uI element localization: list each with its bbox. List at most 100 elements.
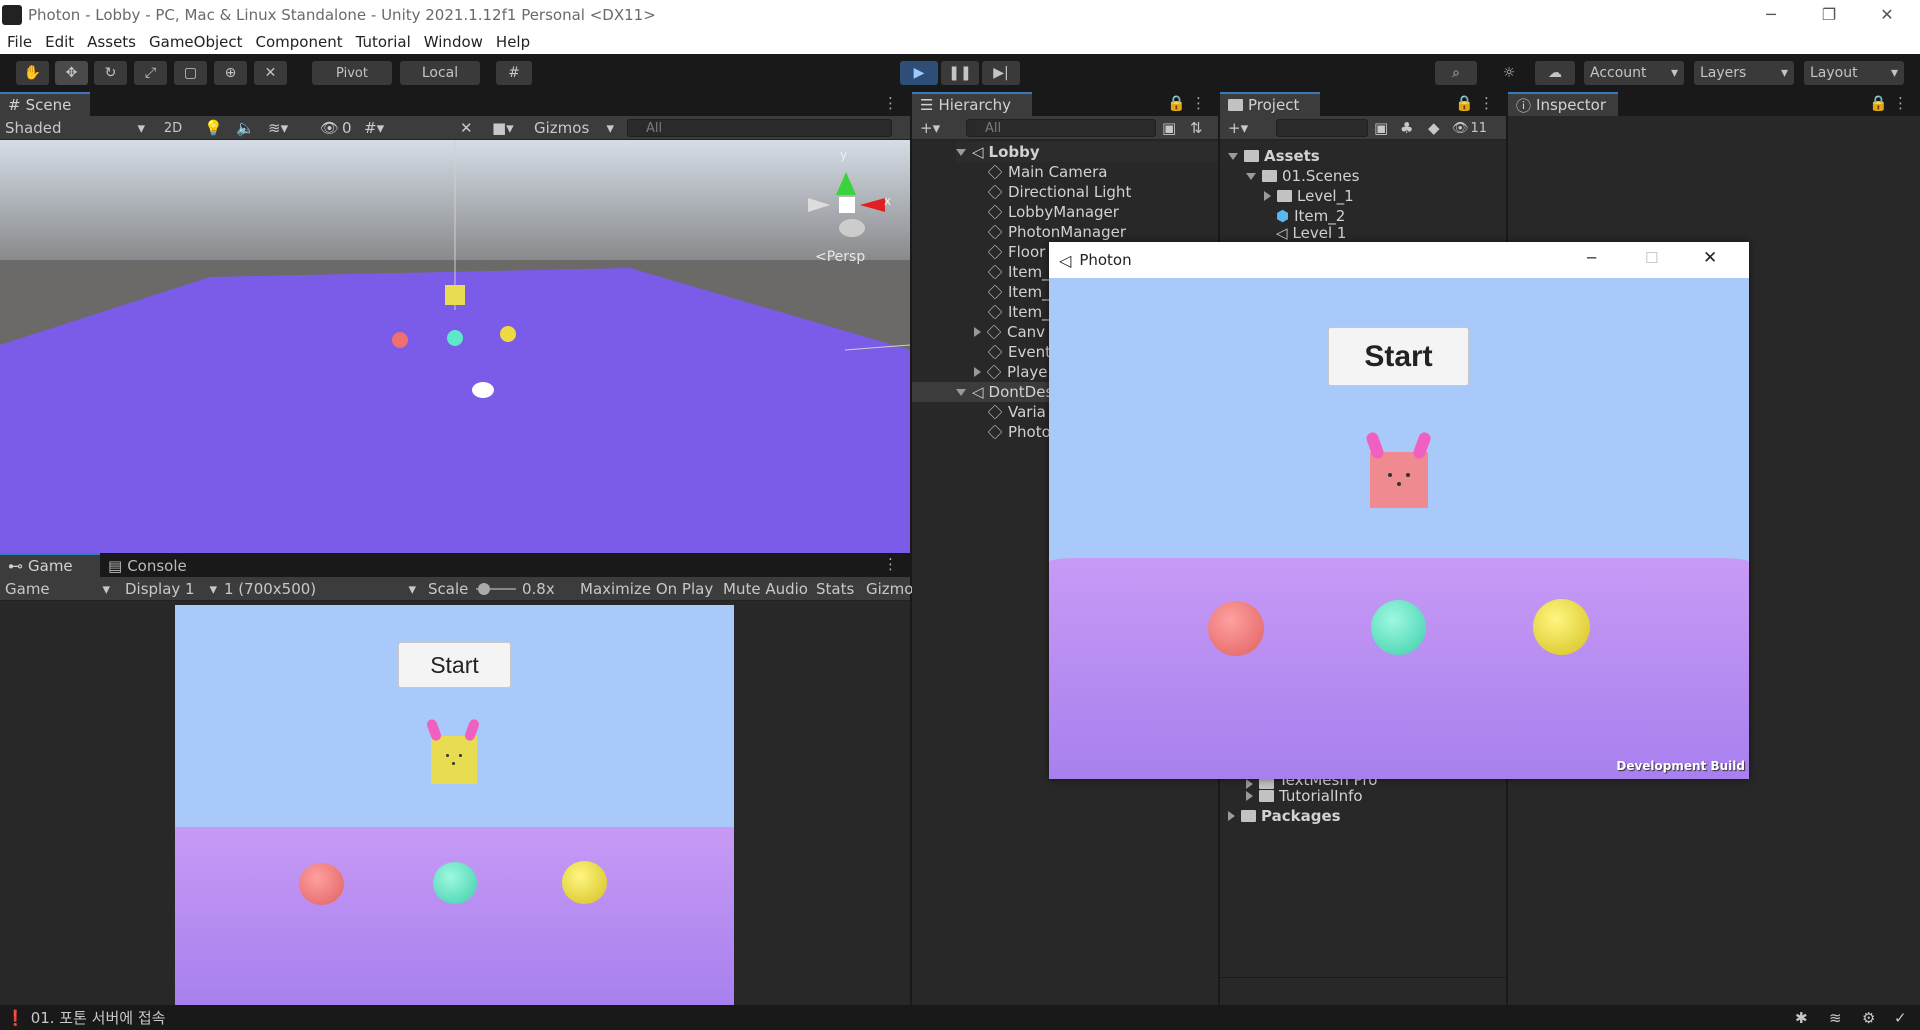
scene-viewport[interactable]: y x <Persp bbox=[0, 140, 910, 553]
close-button[interactable]: ✕ bbox=[1703, 248, 1717, 268]
shading-dropdown[interactable]: Shaded ▾ bbox=[5, 119, 145, 137]
menu-assets[interactable]: Assets bbox=[87, 33, 136, 51]
hierarchy-item[interactable]: Item_ bbox=[987, 302, 1050, 322]
tab-inspector[interactable]: ⓘ Inspector bbox=[1508, 92, 1618, 116]
resolution-dropdown[interactable]: 1 (700x500) ▾ bbox=[224, 580, 416, 598]
gizmos-dropdown[interactable]: Gizmos ▾ bbox=[534, 119, 614, 137]
project-folder-row[interactable]: Level_1 bbox=[1264, 186, 1354, 206]
2d-toggle[interactable]: 2D bbox=[158, 119, 188, 137]
hierarchy-item[interactable]: Floor bbox=[987, 242, 1045, 262]
step-button[interactable]: ▶| bbox=[982, 61, 1020, 85]
menu-gameobject[interactable]: GameObject bbox=[149, 33, 243, 51]
hierarchy-item[interactable]: Item_ bbox=[987, 262, 1050, 282]
menu-edit[interactable]: Edit bbox=[45, 33, 74, 51]
layout-dropdown[interactable]: Layout ▾ bbox=[1804, 61, 1904, 85]
camera-icon[interactable]: ■▾ bbox=[492, 119, 514, 137]
play-button[interactable]: ▶ bbox=[900, 61, 938, 85]
minimize-button[interactable]: ─ bbox=[1742, 0, 1800, 29]
transform-tool-icon[interactable]: ⊕ bbox=[214, 61, 247, 85]
stats-toggle[interactable]: Stats bbox=[816, 580, 854, 598]
label-filter-icon[interactable]: ◆ bbox=[1428, 119, 1440, 137]
effects-icon[interactable]: ≋▾ bbox=[268, 119, 288, 137]
gizmos-toggle[interactable]: Gizmo bbox=[866, 580, 913, 598]
more-options-icon[interactable]: ⋮ bbox=[1191, 94, 1206, 112]
sort-icon[interactable]: ⇅ bbox=[1190, 119, 1203, 137]
hand-tool-icon[interactable]: ✋ bbox=[16, 61, 49, 85]
account-dropdown[interactable]: Account ▾ bbox=[1584, 61, 1684, 85]
game-mode-dropdown[interactable]: Game ▾ bbox=[5, 580, 110, 598]
lock-icon[interactable]: 🔒 bbox=[1869, 94, 1888, 112]
menu-file[interactable]: File bbox=[7, 33, 32, 51]
minimize-button[interactable]: ─ bbox=[1587, 249, 1596, 267]
mute-audio-toggle[interactable]: Mute Audio bbox=[723, 580, 808, 598]
photon-start-button[interactable]: Start bbox=[1328, 327, 1469, 386]
persp-toggle[interactable]: <Persp bbox=[815, 249, 865, 265]
lock-icon[interactable]: 🔒 bbox=[1455, 94, 1474, 112]
more-options-icon[interactable]: ⋮ bbox=[883, 94, 898, 112]
project-folder-row[interactable]: 01.Scenes bbox=[1246, 166, 1359, 186]
tab-hierarchy[interactable]: ☰ Hierarchy bbox=[912, 92, 1032, 116]
start-button[interactable]: Start bbox=[398, 642, 511, 688]
assets-folder-row[interactable]: Assets bbox=[1228, 146, 1320, 166]
scale-slider-thumb[interactable] bbox=[478, 583, 490, 595]
hierarchy-item[interactable]: Main Camera bbox=[987, 162, 1107, 182]
custom-tool-icon[interactable]: ✕ bbox=[254, 61, 287, 85]
rotate-tool-icon[interactable]: ↻ bbox=[94, 61, 127, 85]
packages-folder-row[interactable]: Packages bbox=[1228, 806, 1341, 826]
more-options-icon[interactable]: ⋮ bbox=[883, 555, 898, 573]
scene-root-row[interactable]: ◁ Lobby bbox=[956, 142, 1218, 162]
hidden-objects-icon[interactable]: 👁 0 bbox=[320, 119, 352, 137]
hierarchy-search-input[interactable]: All bbox=[966, 119, 1156, 137]
settings-icon[interactable]: ⚙ bbox=[1862, 1009, 1875, 1027]
more-options-icon[interactable]: ⋮ bbox=[1479, 94, 1494, 112]
menu-window[interactable]: Window bbox=[424, 33, 483, 51]
project-folder-row[interactable]: TutorialInfo bbox=[1246, 786, 1363, 806]
menu-tutorial[interactable]: Tutorial bbox=[356, 33, 411, 51]
maximize-button[interactable]: ☐ bbox=[1645, 249, 1658, 267]
lighting-icon[interactable]: 💡 bbox=[204, 119, 223, 137]
pivot-toggle[interactable]: Pivot bbox=[312, 61, 392, 85]
filter-icon[interactable]: ▣ bbox=[1162, 119, 1176, 137]
hierarchy-item[interactable]: Canv bbox=[974, 322, 1045, 342]
tab-console[interactable]: ▤ Console bbox=[100, 553, 210, 577]
tab-project[interactable]: Project bbox=[1220, 92, 1320, 116]
collab-icon[interactable]: ☼ bbox=[1490, 61, 1528, 85]
more-options-icon[interactable]: ⋮ bbox=[1893, 94, 1908, 112]
menu-help[interactable]: Help bbox=[496, 33, 530, 51]
stack-icon[interactable]: ≋ bbox=[1829, 1009, 1842, 1027]
search-icon[interactable]: ⌕ bbox=[1435, 61, 1477, 85]
move-tool-icon[interactable]: ✥ bbox=[55, 61, 88, 85]
hierarchy-item[interactable]: LobbyManager bbox=[987, 202, 1119, 222]
hierarchy-item[interactable]: Item_ bbox=[987, 282, 1050, 302]
rect-tool-icon[interactable]: ▢ bbox=[174, 61, 207, 85]
filter-icon[interactable]: ▣ bbox=[1374, 119, 1388, 137]
scale-tool-icon[interactable]: ⤢ bbox=[134, 61, 167, 85]
hierarchy-item[interactable]: Varia bbox=[987, 402, 1046, 422]
type-filter-icon[interactable]: ♣ bbox=[1400, 119, 1413, 137]
project-search-input[interactable] bbox=[1276, 119, 1368, 137]
game-render[interactable]: Start bbox=[175, 605, 734, 1005]
cloud-icon[interactable]: ☁ bbox=[1535, 61, 1575, 85]
grid-snap-icon[interactable]: # bbox=[496, 61, 532, 85]
project-asset-row[interactable]: ⬢ Item_2 bbox=[1276, 206, 1345, 226]
hierarchy-item[interactable]: Event bbox=[987, 342, 1051, 362]
tab-scene[interactable]: # Scene bbox=[0, 92, 90, 116]
add-icon[interactable]: +▾ bbox=[920, 119, 940, 137]
pause-button[interactable]: ❚❚ bbox=[941, 61, 979, 85]
lock-icon[interactable]: 🔒 bbox=[1167, 94, 1186, 112]
hierarchy-item[interactable]: Photo bbox=[987, 422, 1051, 442]
layers-dropdown[interactable]: Layers ▾ bbox=[1694, 61, 1794, 85]
project-asset-row[interactable]: ◁ Level 1 bbox=[1276, 226, 1346, 240]
hierarchy-item[interactable]: PhotonManager bbox=[987, 222, 1126, 242]
hierarchy-item[interactable]: Directional Light bbox=[987, 182, 1131, 202]
display-dropdown[interactable]: Display 1 ▾ bbox=[125, 580, 217, 598]
photon-game-view[interactable]: Start Development Build bbox=[1049, 278, 1749, 779]
hidden-packages-icon[interactable]: 👁 11 bbox=[1452, 119, 1487, 137]
tab-game[interactable]: ⊷ Game bbox=[0, 553, 100, 577]
close-button[interactable]: ✕ bbox=[1858, 0, 1916, 29]
local-toggle[interactable]: Local bbox=[400, 61, 480, 85]
tools-icon[interactable]: ✕ bbox=[460, 119, 473, 137]
audio-icon[interactable]: 🔈 bbox=[236, 119, 255, 137]
menu-component[interactable]: Component bbox=[256, 33, 343, 51]
hierarchy-item[interactable]: Playe bbox=[974, 362, 1048, 382]
